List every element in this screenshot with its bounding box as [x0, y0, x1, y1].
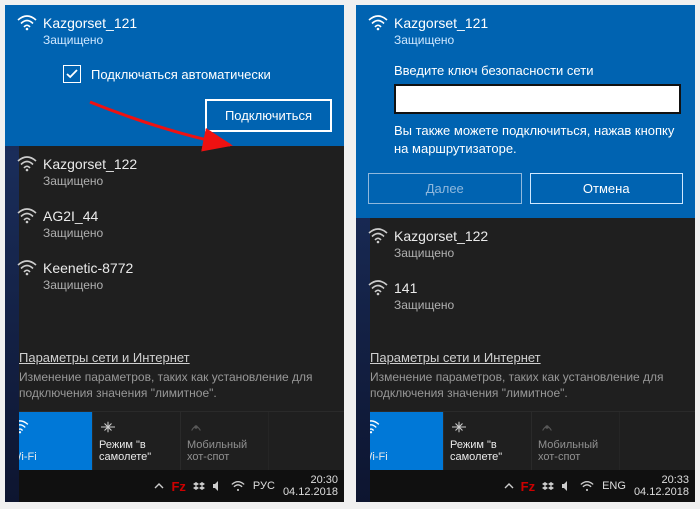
- network-settings-hint: Изменение параметров, таких как установл…: [356, 367, 695, 411]
- wifi-secure-icon: [17, 156, 37, 172]
- connect-row: Подключиться: [5, 89, 344, 146]
- clock-time: 20:30: [310, 474, 338, 486]
- network-list: Kazgorset_121 Защищено Введите ключ безо…: [356, 5, 695, 340]
- network-status: Защищено: [43, 278, 330, 292]
- autoconnect-checkbox[interactable]: [63, 65, 81, 83]
- wifi-secure-icon: [368, 228, 388, 244]
- network-name: Kazgorset_122: [394, 228, 681, 244]
- filezilla-icon[interactable]: Fz: [171, 479, 185, 494]
- network-name: Kazgorset_121: [394, 15, 681, 31]
- taskbar: Fz РУС 20:30 04.12.2018: [5, 470, 344, 502]
- volume-icon[interactable]: [212, 481, 224, 491]
- password-hint: Вы также можете подключиться, нажав кноп…: [394, 122, 681, 157]
- tile-label: Мобильный хот-спот: [538, 439, 613, 464]
- autoconnect-row[interactable]: Подключаться автоматически: [5, 59, 344, 89]
- password-block: Введите ключ безопасности сети Вы также …: [356, 59, 695, 163]
- network-name: Kazgorset_122: [43, 156, 330, 172]
- tile-hotspot[interactable]: Мобильный хот-спот: [181, 412, 269, 470]
- airplane-icon: [450, 418, 525, 436]
- network-list: Kazgorset_121 Защищено Подключаться авто…: [5, 5, 344, 340]
- wifi-flyout-left: Kazgorset_121 Защищено Подключаться авто…: [5, 5, 344, 502]
- tray-icons: Fz: [504, 479, 594, 494]
- language-indicator[interactable]: РУС: [253, 480, 275, 492]
- password-buttons: Далее Отмена: [356, 163, 695, 218]
- network-status: Защищено: [43, 33, 330, 47]
- tile-label: Мобильный хот-спот: [187, 439, 262, 464]
- password-label: Введите ключ безопасности сети: [394, 63, 681, 78]
- wifi-icon[interactable]: [580, 481, 594, 492]
- next-button[interactable]: Далее: [368, 173, 522, 204]
- network-item-selected[interactable]: Kazgorset_121 Защищено: [356, 5, 695, 59]
- language-indicator[interactable]: ENG: [602, 480, 626, 492]
- network-item-selected[interactable]: Kazgorset_121 Защищено: [5, 5, 344, 59]
- clock-time: 20:33: [661, 474, 689, 486]
- network-status: Защищено: [43, 226, 330, 240]
- taskbar-clock[interactable]: 20:33 04.12.2018: [634, 474, 689, 498]
- wifi-icon: [11, 418, 86, 436]
- tile-label: Режим "в самолете": [99, 439, 174, 464]
- tile-hotspot[interactable]: Мобильный хот-спот: [532, 412, 620, 470]
- tile-label: Wi-Fi: [11, 451, 86, 464]
- network-settings-hint: Изменение параметров, таких как установл…: [5, 367, 344, 411]
- wifi-icon: [368, 15, 388, 31]
- dropbox-icon[interactable]: [193, 481, 205, 491]
- network-item[interactable]: Keenetic-8772 Защищено: [5, 250, 344, 302]
- network-item[interactable]: AG2I_44 Защищено: [5, 198, 344, 250]
- tile-label: Wi-Fi: [362, 451, 437, 464]
- network-item[interactable]: Kazgorset_122 Защищено: [356, 218, 695, 270]
- clock-date: 04.12.2018: [634, 486, 689, 498]
- clock-date: 04.12.2018: [283, 486, 338, 498]
- tray-icons: Fz: [154, 479, 244, 494]
- network-status: Защищено: [394, 33, 681, 47]
- network-settings-link[interactable]: Параметры сети и Интернет: [356, 340, 695, 367]
- hotspot-icon: [538, 418, 613, 436]
- chevron-up-icon[interactable]: [154, 481, 164, 491]
- taskbar-clock[interactable]: 20:30 04.12.2018: [283, 474, 338, 498]
- wifi-icon: [17, 15, 37, 31]
- wifi-icon: [362, 418, 437, 436]
- network-name: Keenetic-8772: [43, 260, 330, 276]
- wifi-secure-icon: [368, 280, 388, 296]
- taskbar: Fz ENG 20:33 04.12.2018: [356, 470, 695, 502]
- cancel-button[interactable]: Отмена: [530, 173, 684, 204]
- network-settings-link[interactable]: Параметры сети и Интернет: [5, 340, 344, 367]
- network-item[interactable]: Kazgorset_122 Защищено: [5, 146, 344, 198]
- network-name: AG2I_44: [43, 208, 330, 224]
- network-item[interactable]: 141 Защищено: [356, 270, 695, 322]
- chevron-up-icon[interactable]: [504, 481, 514, 491]
- tile-airplane[interactable]: Режим "в самолете": [93, 412, 181, 470]
- connect-button[interactable]: Подключиться: [205, 99, 332, 132]
- dropbox-icon[interactable]: [542, 481, 554, 491]
- volume-icon[interactable]: [561, 481, 573, 491]
- tile-label: Режим "в самолете": [450, 439, 525, 464]
- network-name: 141: [394, 280, 681, 296]
- tile-airplane[interactable]: Режим "в самолете": [444, 412, 532, 470]
- wifi-secure-icon: [17, 208, 37, 224]
- wifi-icon[interactable]: [231, 481, 245, 492]
- quick-action-tiles: Wi-Fi Режим "в самолете" Мобильный хот-с…: [5, 411, 344, 470]
- filezilla-icon[interactable]: Fz: [521, 479, 535, 494]
- network-status: Защищено: [394, 246, 681, 260]
- network-status: Защищено: [394, 298, 681, 312]
- wifi-flyout-right: Kazgorset_121 Защищено Введите ключ безо…: [356, 5, 695, 502]
- airplane-icon: [99, 418, 174, 436]
- wifi-secure-icon: [17, 260, 37, 276]
- network-name: Kazgorset_121: [43, 15, 330, 31]
- network-status: Защищено: [43, 174, 330, 188]
- quick-action-tiles: Wi-Fi Режим "в самолете" Мобильный хот-с…: [356, 411, 695, 470]
- password-input[interactable]: [394, 84, 681, 114]
- hotspot-icon: [187, 418, 262, 436]
- autoconnect-label: Подключаться автоматически: [91, 67, 271, 82]
